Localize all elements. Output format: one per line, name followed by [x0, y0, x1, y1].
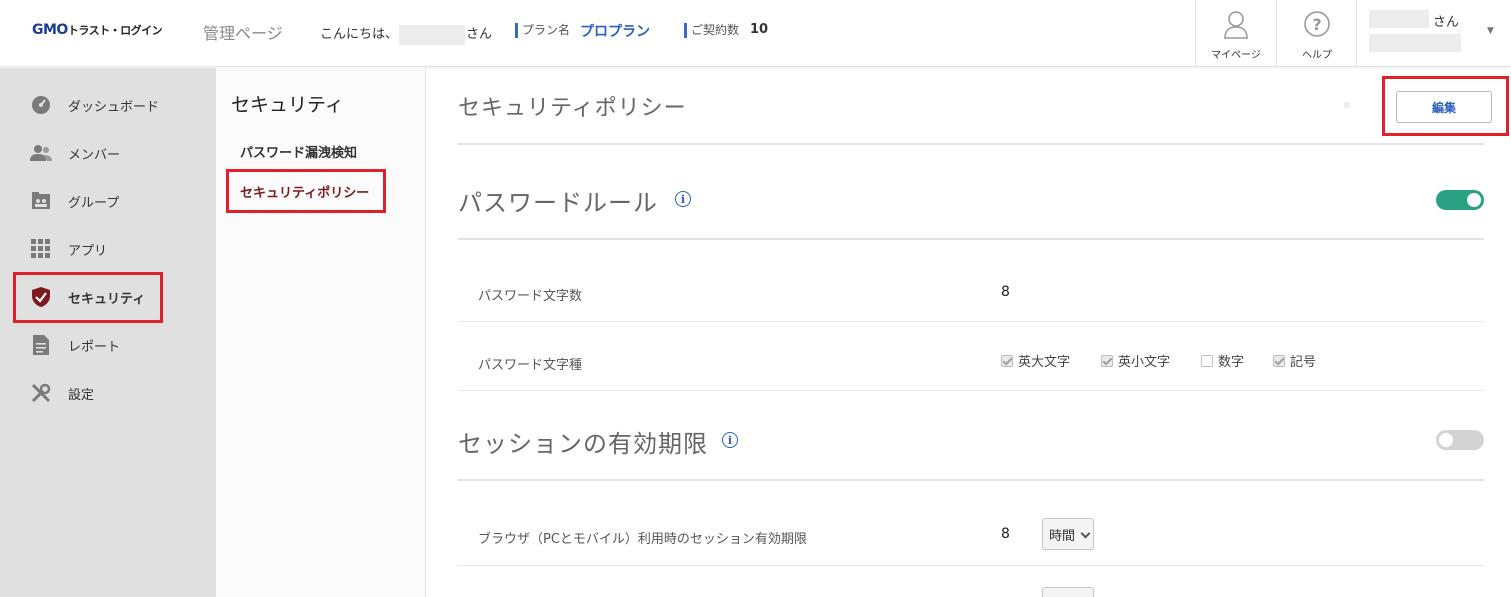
dashboard-icon: [30, 94, 52, 116]
page-title: セキュリティポリシー: [458, 96, 687, 121]
highlight-box-security-policy: [226, 169, 386, 213]
apps-grid-icon: [30, 238, 52, 260]
decorative-dot: [1344, 102, 1350, 108]
redacted-user-name: [1369, 10, 1429, 28]
brand-logo[interactable]: GMOトラスト・ログイン: [32, 22, 163, 38]
greeting-text: こんにちは、 さん: [320, 23, 492, 45]
section-divider: [458, 238, 1484, 240]
help-label: ヘルプ: [1302, 50, 1332, 61]
checkbox-lowercase[interactable]: 英小文字: [1101, 351, 1170, 370]
password-length-value: 8: [1001, 284, 1010, 300]
info-icon[interactable]: i: [722, 432, 738, 448]
password-rule-title: パスワードルール: [458, 189, 658, 217]
report-icon: [30, 334, 52, 356]
redacted-user-org: [1369, 34, 1461, 52]
checkbox-box: [1101, 354, 1113, 367]
members-icon: [30, 142, 52, 164]
info-icon[interactable]: i: [675, 191, 691, 207]
svg-text:?: ?: [1312, 15, 1321, 34]
row-divider: [458, 565, 1484, 566]
mypage-label: マイページ: [1211, 50, 1261, 61]
section-divider: [458, 479, 1484, 481]
app-header: GMOトラスト・ログイン 管理ページ こんにちは、 さん プラン名 プロプラン ご…: [0, 0, 1511, 67]
checkbox-box: [1273, 354, 1285, 367]
user-icon: [1224, 11, 1248, 39]
session-expiry-title: セッションの有効期限: [458, 430, 708, 458]
chevron-down-icon: [1080, 528, 1091, 539]
sidebar-item-apps[interactable]: アプリ: [30, 237, 107, 261]
browser-session-label: ブラウザ（PCとモバイル）利用時のセッション有効期限: [478, 532, 807, 547]
mypage-button[interactable]: マイページ: [1195, 0, 1276, 67]
session-unit-select-next[interactable]: [1042, 587, 1094, 597]
tools-icon: [30, 382, 52, 404]
admin-page-title: 管理ページ: [203, 24, 283, 43]
sidebar-item-report[interactable]: レポート: [30, 333, 120, 357]
user-menu[interactable]: さん ▼: [1356, 0, 1511, 67]
highlight-box-edit: [1382, 76, 1509, 136]
session-unit-select[interactable]: 時間: [1042, 518, 1094, 550]
help-button[interactable]: ? ヘルプ: [1276, 0, 1357, 67]
group-icon: [30, 190, 52, 212]
title-divider: [458, 143, 1484, 145]
sidebar-item-dashboard[interactable]: ダッシュボード: [30, 93, 159, 117]
redacted-username: [399, 24, 466, 45]
subnav-title: セキュリティ: [231, 94, 344, 116]
contract-count-label: ご契約数: [684, 23, 739, 38]
row-divider: [458, 390, 1484, 391]
password-length-label: パスワード文字数: [478, 289, 583, 304]
checkbox-box: [1201, 354, 1213, 367]
plan-value: プロプラン: [580, 24, 650, 40]
toggle-knob: [1467, 193, 1481, 207]
toggle-knob: [1439, 433, 1453, 447]
checkbox-box: [1001, 354, 1013, 367]
sidebar-item-settings[interactable]: 設定: [30, 381, 94, 405]
sidebar-item-group[interactable]: グループ: [30, 189, 119, 213]
plan-label: プラン名: [515, 23, 570, 38]
browser-session-value: 8: [1001, 526, 1010, 542]
password-types-label: パスワード文字種: [478, 358, 583, 373]
sidebar-item-members[interactable]: メンバー: [30, 141, 120, 165]
security-subnav: セキュリティ パスワード漏洩検知 セキュリティポリシー: [216, 68, 426, 597]
contract-count-value: 10: [750, 22, 769, 37]
help-circle-icon: ?: [1304, 11, 1330, 37]
subnav-item-password-leak[interactable]: パスワード漏洩検知: [240, 142, 357, 161]
session-expiry-toggle[interactable]: [1436, 430, 1484, 450]
highlight-box-security-nav: [13, 272, 163, 323]
checkbox-digits[interactable]: 数字: [1201, 351, 1244, 370]
checkbox-symbols[interactable]: 記号: [1273, 351, 1316, 370]
checkbox-uppercase[interactable]: 英大文字: [1001, 351, 1070, 370]
caret-down-icon[interactable]: ▼: [1487, 26, 1494, 36]
password-rule-toggle[interactable]: [1436, 190, 1484, 210]
row-divider: [458, 321, 1484, 322]
